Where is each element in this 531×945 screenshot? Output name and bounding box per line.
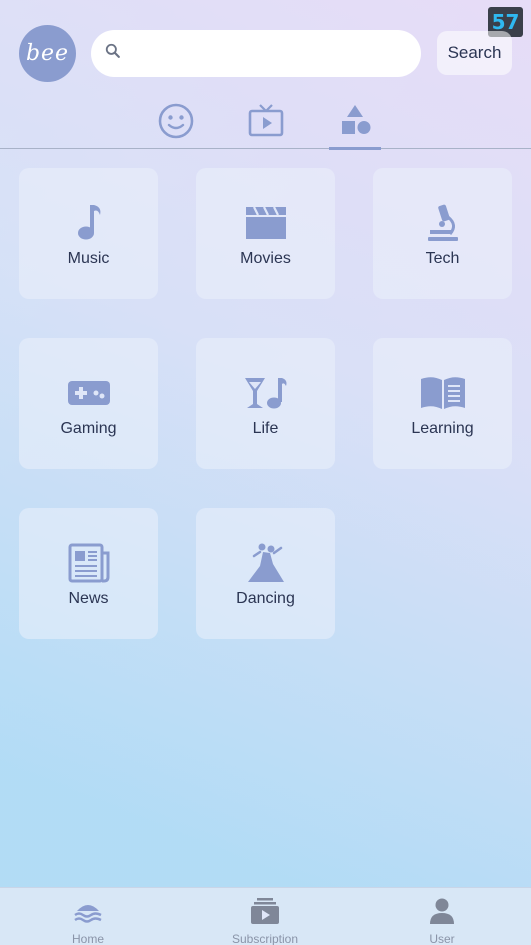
category-label: Gaming — [60, 420, 117, 437]
search-button[interactable]: Search — [437, 31, 512, 75]
category-card-tech[interactable]: Tech — [373, 168, 512, 299]
category-card-life[interactable]: Life — [196, 338, 335, 469]
user-icon — [428, 896, 456, 926]
category-card-learning[interactable]: Learning — [373, 338, 512, 469]
category-label: Learning — [411, 420, 474, 437]
category-label: Tech — [425, 250, 460, 267]
category-card-music[interactable]: Music — [19, 168, 158, 299]
app-logo[interactable]: bee — [19, 25, 76, 82]
newspaper-icon — [68, 542, 110, 584]
tab-emoji[interactable] — [150, 98, 202, 148]
category-label: Music — [67, 250, 110, 267]
tab-video[interactable] — [240, 98, 292, 148]
open-book-icon — [420, 372, 466, 414]
nav-subscription[interactable]: Subscription — [205, 888, 325, 945]
category-card-dancing[interactable]: Dancing — [196, 508, 335, 639]
tab-categories[interactable] — [329, 98, 381, 150]
tv-play-icon — [247, 102, 285, 145]
smiley-icon — [157, 102, 195, 145]
header: bee Search — [19, 25, 512, 82]
shapes-icon — [336, 102, 374, 145]
nav-label: Home — [71, 932, 104, 945]
cocktail-music-icon — [244, 372, 288, 414]
gamepad-icon — [67, 372, 111, 414]
category-label: Movies — [240, 250, 291, 267]
category-card-news[interactable]: News — [19, 508, 158, 639]
category-card-movies[interactable]: Movies — [196, 168, 335, 299]
nav-label: User — [429, 932, 455, 945]
search-icon — [103, 41, 123, 66]
nav-user[interactable]: User — [382, 888, 502, 945]
category-label: Dancing — [236, 590, 295, 607]
nav-home[interactable]: Home — [28, 888, 148, 945]
category-label: News — [68, 590, 109, 607]
bottom-nav: Home Subscription User — [0, 887, 531, 945]
search-input[interactable] — [131, 38, 421, 69]
clapperboard-icon — [245, 202, 287, 244]
category-label: Life — [252, 420, 279, 437]
nav-label: Subscription — [231, 932, 299, 945]
music-note-icon — [74, 202, 104, 244]
subscription-icon — [250, 896, 280, 926]
microscope-icon — [426, 202, 460, 244]
search-box[interactable] — [91, 30, 421, 77]
app-root: 57 bee Search Music Movies Tech Gaming L… — [0, 0, 531, 945]
tab-bar — [0, 98, 531, 150]
dancers-icon — [246, 542, 286, 584]
home-waves-icon — [73, 896, 103, 926]
category-card-gaming[interactable]: Gaming — [19, 338, 158, 469]
